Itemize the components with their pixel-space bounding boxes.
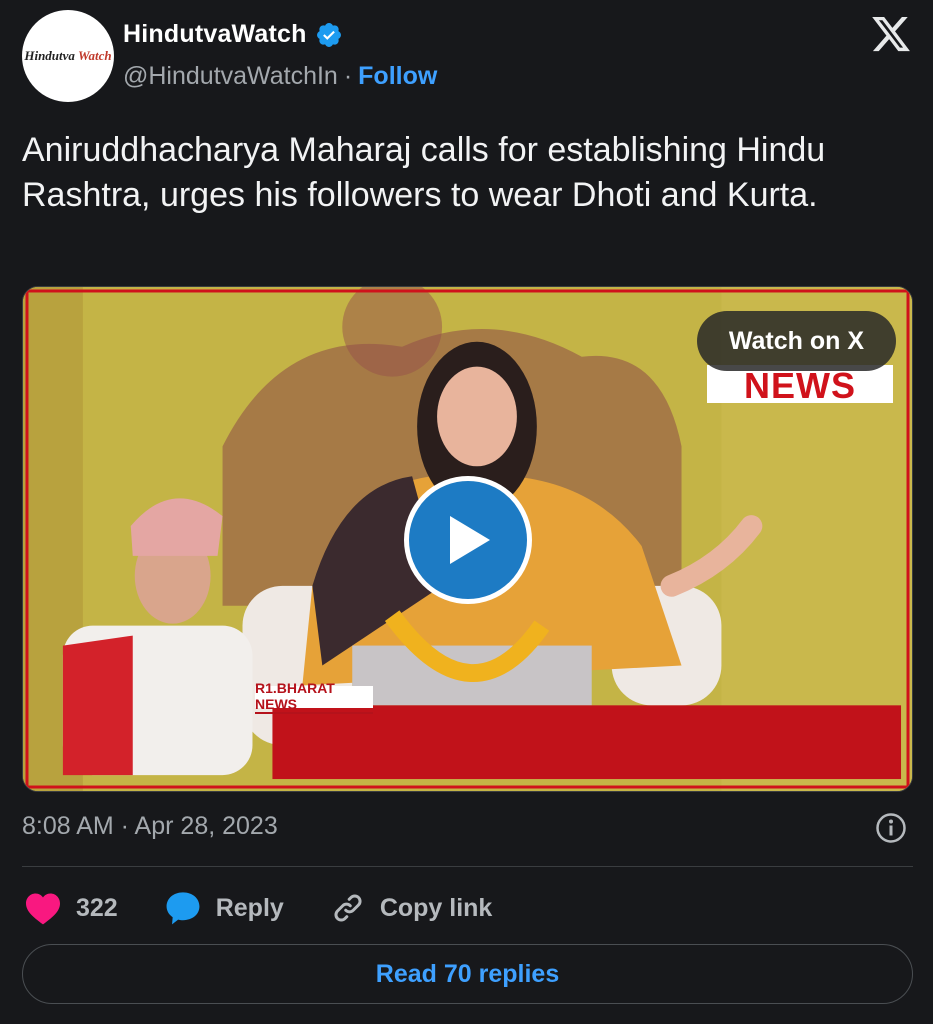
handle-row: @HindutvaWatchIn · Follow xyxy=(123,62,437,91)
separator: · xyxy=(343,62,353,90)
like-button[interactable]: 322 xyxy=(24,891,118,925)
info-icon[interactable] xyxy=(875,812,907,844)
video-player[interactable]: NEWS R1.BHARAT NEWS Watch on X xyxy=(22,286,913,792)
x-logo-icon[interactable] xyxy=(870,13,912,55)
follow-button[interactable]: Follow xyxy=(358,62,437,91)
name-row: HindutvaWatch xyxy=(123,20,343,49)
copy-link-label: Copy link xyxy=(379,893,493,922)
heart-icon xyxy=(26,893,60,925)
tweet-header: Hindutva Watch HindutvaWatch @HindutvaWa… xyxy=(22,10,912,102)
tweet-text: Aniruddhacharya Maharaj calls for establ… xyxy=(22,131,826,214)
avatar-logo-text: Hindutva Watch xyxy=(24,48,112,63)
avatar[interactable]: Hindutva Watch xyxy=(22,10,114,102)
user-handle[interactable]: @HindutvaWatchIn xyxy=(123,62,338,91)
reply-button[interactable]: Reply xyxy=(164,890,284,926)
tweet-timestamp[interactable]: 8:08 AM · Apr 28, 2023 xyxy=(22,812,278,841)
read-replies-button[interactable]: Read 70 replies xyxy=(22,944,913,1004)
reply-label: Reply xyxy=(215,893,284,922)
divider xyxy=(22,866,913,867)
play-icon xyxy=(450,516,490,564)
reply-bubble-icon xyxy=(166,892,200,925)
link-icon xyxy=(334,894,362,922)
display-name[interactable]: HindutvaWatch xyxy=(123,20,307,49)
ticker-label: R1.BHARAT NEWS xyxy=(255,680,373,714)
copy-link-button[interactable]: Copy link xyxy=(330,890,493,926)
watch-on-x-button[interactable]: Watch on X xyxy=(696,311,896,371)
play-button[interactable] xyxy=(404,476,532,604)
verified-badge-icon xyxy=(316,22,341,47)
like-count: 322 xyxy=(76,893,118,922)
action-bar: 322 Reply Copy link xyxy=(24,886,538,930)
